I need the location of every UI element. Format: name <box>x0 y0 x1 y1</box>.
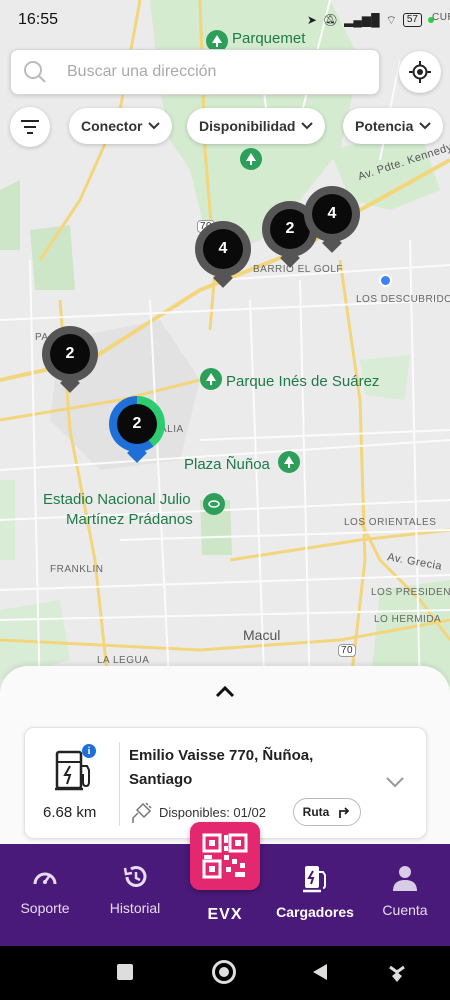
map-label-los-orientales: LOS ORIENTALES <box>344 517 437 528</box>
history-icon <box>123 866 147 887</box>
my-location-button[interactable] <box>399 51 441 93</box>
chevron-down-icon[interactable] <box>385 776 405 788</box>
map-label-franklin: FRANKLIN <box>50 564 104 575</box>
nav-historial[interactable]: Historial <box>90 864 180 916</box>
chevron-down-icon <box>148 122 161 130</box>
search-input[interactable] <box>67 63 347 81</box>
charger-cluster-marker-selected[interactable]: 2 <box>109 396 165 463</box>
chevron-down-icon <box>419 122 432 130</box>
turn-right-icon <box>339 807 350 818</box>
chip-label: Potencia <box>355 118 414 134</box>
map-label-los-descubridores: LOS DESCUBRIDO <box>356 294 450 305</box>
map-label-parque-ines: Parque Inés de Suárez <box>226 373 380 390</box>
charger-cluster-marker[interactable]: 4 <box>195 221 251 288</box>
map-label-los-presidentes: LOS PRESIDENTES <box>371 587 450 598</box>
nav-cargadores[interactable]: Cargadores <box>270 864 360 920</box>
map-label-estadio-2: Martínez Prádanos <box>66 511 193 528</box>
charger-cluster-marker[interactable]: 4 <box>304 186 360 253</box>
back-icon[interactable] <box>312 963 328 981</box>
camera-indicator-icon <box>428 17 434 23</box>
qr-scan-button[interactable] <box>190 822 260 890</box>
location-icon: ➤ <box>306 13 317 27</box>
cluster-count: 4 <box>312 194 352 234</box>
search-bar[interactable] <box>10 49 380 95</box>
home-icon[interactable] <box>212 960 236 984</box>
chip-label: Disponibilidad <box>199 118 296 134</box>
chip-disponibilidad[interactable]: Disponibilidad <box>187 108 326 144</box>
filter-button[interactable] <box>10 107 50 147</box>
assistant-icon[interactable] <box>388 961 406 983</box>
recent-apps-icon[interactable] <box>117 964 133 980</box>
crosshair-icon <box>409 61 431 83</box>
chip-potencia[interactable]: Potencia <box>343 108 444 144</box>
chip-conector[interactable]: Conector <box>69 108 173 144</box>
map-label-la-legua: LA LEGUA <box>97 655 150 666</box>
chip-label: Conector <box>81 118 143 134</box>
map-view[interactable]: Parquemet Av. Pdte. Kennedy 70 BARRIO EL… <box>0 0 450 700</box>
stadium-icon <box>203 493 225 515</box>
route-shield-70: 70 <box>338 644 357 657</box>
status-icons: ➤ 🔕︎ ▂▄▆█ ⌔ 57 <box>307 13 434 28</box>
map-label-estadio-1: Estadio Nacional Julio <box>43 491 191 508</box>
park-icon <box>200 368 222 390</box>
chevron-down-icon <box>301 122 314 130</box>
divider <box>119 742 120 826</box>
cluster-count: 4 <box>203 229 243 269</box>
speedometer-icon <box>33 872 57 885</box>
nav-cuenta[interactable]: Cuenta <box>360 864 450 918</box>
route-button-label: Ruta <box>302 805 330 819</box>
nav-label: Historial <box>109 900 161 916</box>
map-label-lo-hermida: LO HERMIDA <box>374 614 442 625</box>
status-time: 16:55 <box>18 11 59 28</box>
map-label-macul: Macul <box>243 627 281 643</box>
nav-soporte[interactable]: Soporte <box>0 864 90 916</box>
station-address: Emilio Vaisse 770, Ñuñoa, Santiago <box>129 747 314 788</box>
cluster-count: 2 <box>50 334 90 374</box>
cluster-count: 2 <box>117 404 157 444</box>
user-icon <box>393 866 417 891</box>
battery-icon: 57 <box>402 13 422 27</box>
qr-code-icon <box>202 833 248 879</box>
nav-label: Soporte <box>20 900 70 916</box>
charger-cluster-marker[interactable]: 2 <box>42 326 98 393</box>
search-icon <box>24 61 46 83</box>
park-icon <box>240 148 262 170</box>
nav-label: Cuenta <box>382 902 428 918</box>
brand-logo: EVX <box>207 906 243 923</box>
charging-station-icon <box>303 866 326 893</box>
status-bar: 16:55 ➤ 🔕︎ ▂▄▆█ ⌔ 57 <box>0 0 450 40</box>
nav-label: Cargadores <box>276 904 354 920</box>
route-button[interactable]: Ruta <box>293 798 361 826</box>
plug-icon <box>132 802 152 823</box>
filter-icon <box>21 120 39 134</box>
signal-icon: ▂▄▆█ <box>344 13 380 27</box>
park-icon <box>278 451 300 473</box>
mute-icon: 🔕︎ <box>322 13 339 27</box>
info-icon[interactable]: i <box>82 744 96 758</box>
availability-label: Disponibles: 01/02 <box>159 805 266 820</box>
wifi-icon: ⌔ <box>385 12 397 27</box>
distance-label: 6.68 km <box>43 804 97 821</box>
map-label-plaza-nunoa: Plaza Ñuñoa <box>184 456 270 473</box>
system-navigation-bar <box>0 946 450 1000</box>
chevron-up-icon[interactable] <box>214 684 236 700</box>
current-location-dot <box>379 274 392 287</box>
